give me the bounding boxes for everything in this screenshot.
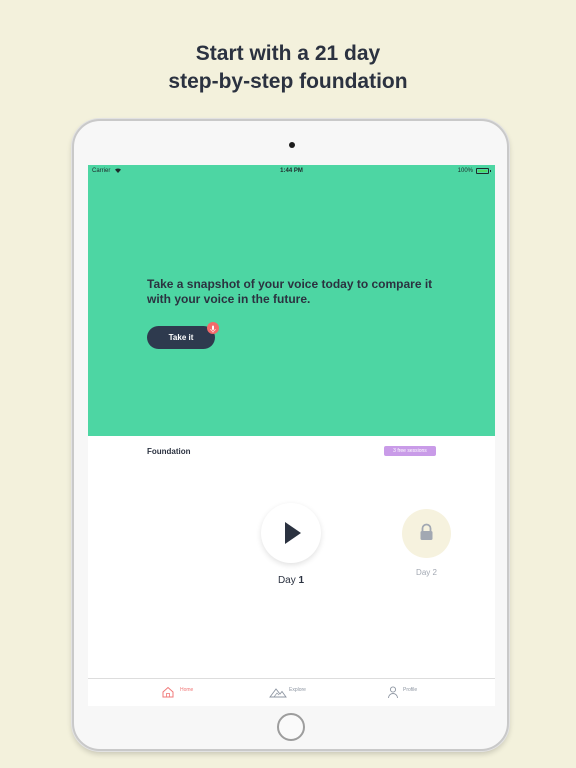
battery-icon [476,168,489,174]
day-2-locked-button[interactable] [402,509,451,558]
tab-home[interactable]: Home [161,682,211,704]
status-bar: Carrier 1:44 PM 100% [88,165,495,177]
lock-icon [420,523,433,540]
microphone-icon [207,322,219,334]
day-1-label: Day 1 [261,575,321,586]
day-2-prefix: Day [416,568,433,577]
hero-banner: Carrier 1:44 PM 100% Take a snapshot of … [88,165,495,436]
headline-line-1: Start with a 21 day [195,42,381,65]
day-1-play-button[interactable] [261,503,321,563]
tab-explore-label: Explore [289,687,306,693]
tab-bar: Home Explore Profile [88,678,495,706]
mountain-icon [269,688,287,698]
day-2-number: 2 [432,568,437,577]
hero-message: Take a snapshot of your voice today to c… [147,277,433,306]
free-sessions-badge: 3 free sessions [384,446,436,456]
day-2-label: Day 2 [402,568,451,577]
tab-explore[interactable]: Explore [269,682,329,704]
home-icon [162,686,174,698]
camera-icon [289,142,295,148]
tab-profile[interactable]: Profile [387,682,437,704]
take-it-button[interactable]: Take it [147,326,215,349]
tablet-frame: Carrier 1:44 PM 100% Take a snapshot of … [72,119,509,751]
battery-percent: 100% [457,168,473,174]
page-headline: Start with a 21 day step-by-step foundat… [0,40,576,96]
headline-line-2: step-by-step foundation [168,70,408,93]
section-title-foundation: Foundation [147,447,191,456]
day-1-prefix: Day [277,575,299,586]
status-time: 1:44 PM [280,168,303,174]
tab-profile-label: Profile [403,687,418,693]
app-screen: Carrier 1:44 PM 100% Take a snapshot of … [88,165,495,706]
day-1-number: 1 [298,575,305,586]
tab-home-label: Home [180,687,194,693]
play-icon [285,522,301,544]
person-icon [388,686,398,699]
device-home-button[interactable] [277,713,305,741]
battery-tip [490,170,491,172]
